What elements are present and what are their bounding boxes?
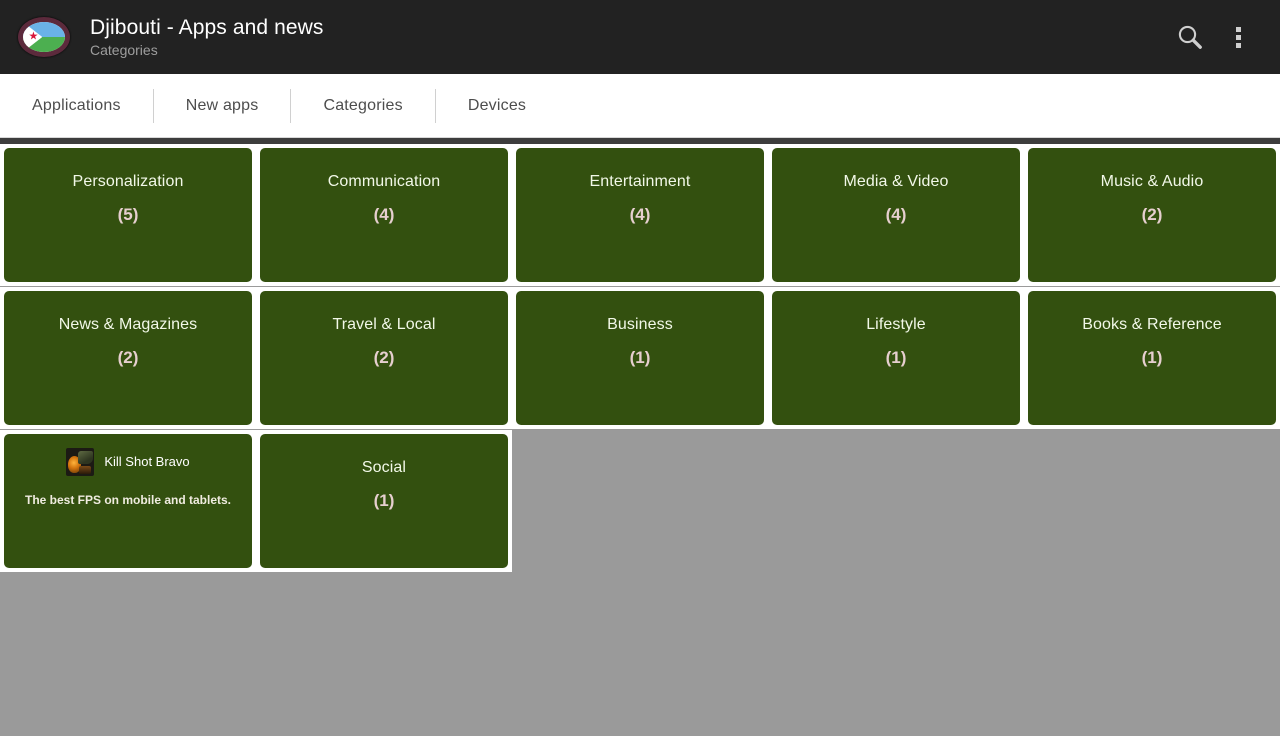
app-bar: ★ Djibouti - Apps and news Categories bbox=[0, 0, 1280, 74]
category-count: (1) bbox=[373, 491, 395, 510]
flag-graphic: ★ bbox=[23, 22, 65, 52]
category-tile-communication[interactable]: Communication (4) bbox=[256, 144, 512, 286]
category-count: (4) bbox=[629, 205, 651, 224]
category-tile-travel-local[interactable]: Travel & Local (2) bbox=[256, 287, 512, 429]
category-tile-social[interactable]: Social (1) bbox=[256, 430, 512, 572]
tab-new-apps[interactable]: New apps bbox=[154, 74, 291, 137]
overflow-menu-button[interactable] bbox=[1214, 13, 1262, 61]
tab-devices[interactable]: Devices bbox=[436, 74, 558, 137]
category-tile-books-reference[interactable]: Books & Reference (1) bbox=[1024, 287, 1280, 429]
overflow-menu-icon bbox=[1235, 26, 1241, 48]
search-icon bbox=[1178, 25, 1202, 49]
category-tile-lifestyle[interactable]: Lifestyle (1) bbox=[768, 287, 1024, 429]
category-tile-media-video[interactable]: Media & Video (4) bbox=[768, 144, 1024, 286]
category-count: (1) bbox=[629, 348, 651, 367]
ad-header: Kill Shot Bravo bbox=[66, 448, 190, 476]
category-count: (1) bbox=[1141, 348, 1163, 367]
category-count: (2) bbox=[117, 348, 139, 367]
category-name: Entertainment bbox=[589, 173, 691, 190]
category-grid: Personalization (5) Communication (4) En… bbox=[0, 144, 1280, 736]
category-name: Social bbox=[361, 459, 407, 476]
title-block: Djibouti - Apps and news Categories bbox=[90, 15, 324, 59]
ad-app-name: Kill Shot Bravo bbox=[104, 454, 190, 469]
category-name: Music & Audio bbox=[1100, 173, 1204, 190]
page-title: Djibouti - Apps and news bbox=[90, 16, 324, 39]
grid-empty-space bbox=[512, 430, 1280, 572]
tab-bar: Applications New apps Categories Devices bbox=[0, 74, 1280, 138]
category-name: Business bbox=[607, 316, 673, 333]
category-name: Personalization bbox=[72, 173, 184, 190]
category-name: Media & Video bbox=[843, 173, 949, 190]
category-name: Lifestyle bbox=[866, 316, 926, 333]
category-count: (2) bbox=[1141, 205, 1163, 224]
category-name: Communication bbox=[327, 173, 441, 190]
category-tile-music-audio[interactable]: Music & Audio (2) bbox=[1024, 144, 1280, 286]
category-count: (4) bbox=[885, 205, 907, 224]
ad-tagline: The best FPS on mobile and tablets. bbox=[24, 493, 232, 507]
search-button[interactable] bbox=[1166, 13, 1214, 61]
category-count: (1) bbox=[885, 348, 907, 367]
ad-tile-kill-shot-bravo[interactable]: Kill Shot Bravo The best FPS on mobile a… bbox=[0, 430, 256, 572]
category-name: News & Magazines bbox=[58, 316, 198, 333]
djibouti-flag-icon[interactable]: ★ bbox=[18, 17, 70, 57]
category-row: News & Magazines (2) Travel & Local (2) … bbox=[0, 287, 1280, 429]
category-row: Personalization (5) Communication (4) En… bbox=[0, 144, 1280, 286]
category-name: Books & Reference bbox=[1082, 316, 1222, 333]
category-tile-entertainment[interactable]: Entertainment (4) bbox=[512, 144, 768, 286]
category-count: (2) bbox=[373, 348, 395, 367]
category-row: Kill Shot Bravo The best FPS on mobile a… bbox=[0, 430, 1280, 572]
category-name: Travel & Local bbox=[332, 316, 436, 333]
category-tile-business[interactable]: Business (1) bbox=[512, 287, 768, 429]
category-count: (5) bbox=[117, 205, 139, 224]
category-tile-news-magazines[interactable]: News & Magazines (2) bbox=[0, 287, 256, 429]
tab-applications[interactable]: Applications bbox=[0, 74, 153, 137]
tab-categories[interactable]: Categories bbox=[291, 74, 434, 137]
flag-star-icon: ★ bbox=[28, 30, 39, 43]
category-tile-personalization[interactable]: Personalization (5) bbox=[0, 144, 256, 286]
kill-shot-bravo-app-icon bbox=[66, 448, 95, 476]
category-count: (4) bbox=[373, 205, 395, 224]
page-subtitle: Categories bbox=[90, 42, 158, 58]
